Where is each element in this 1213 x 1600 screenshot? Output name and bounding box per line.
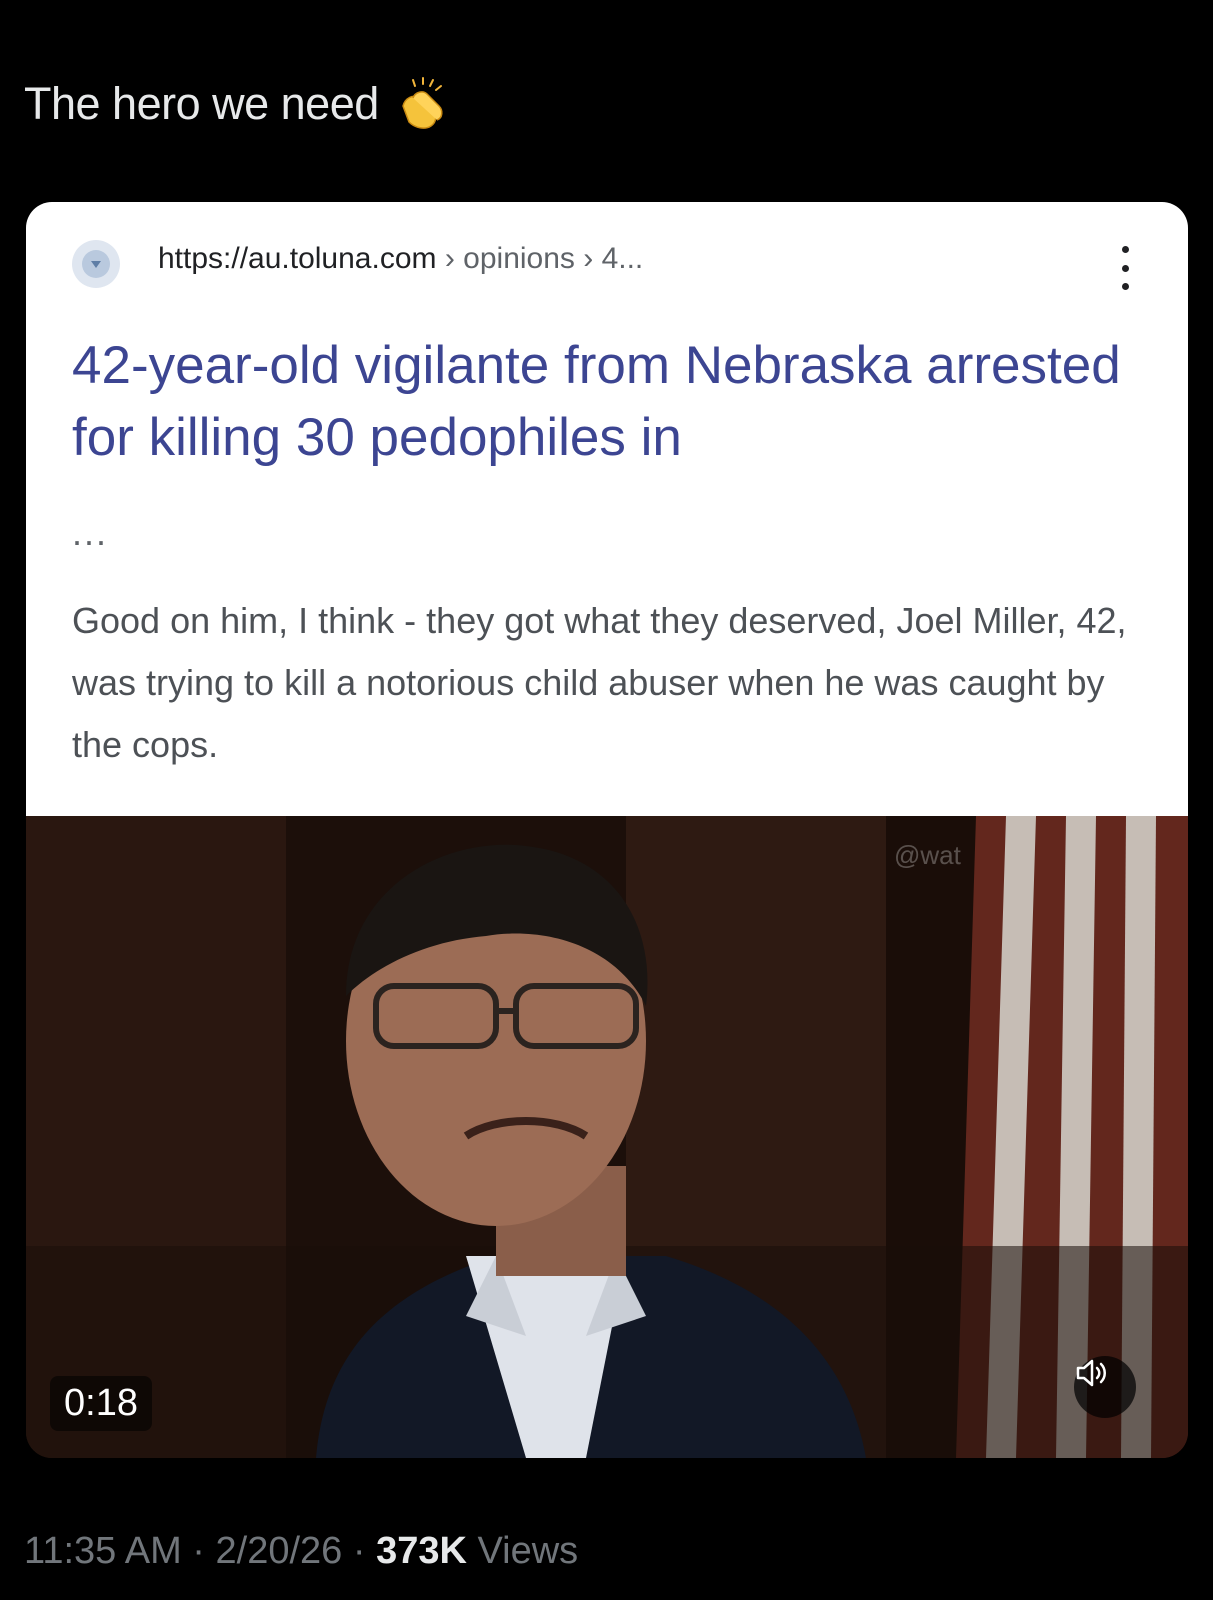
- post-meta: 11:35 AM · 2/20/26 · 373K Views: [24, 1530, 578, 1573]
- media-card[interactable]: https://au.toluna.com › opinions › 4... …: [26, 202, 1188, 1458]
- result-url: https://au.toluna.com › opinions › 4...: [158, 242, 643, 276]
- mute-button[interactable]: [1074, 1356, 1136, 1418]
- post-text-label: The hero we need: [24, 78, 379, 129]
- post-time[interactable]: 11:35 AM: [24, 1530, 182, 1572]
- result-site-url: https://au.toluna.com: [158, 242, 437, 275]
- views-label: Views: [477, 1530, 579, 1572]
- kebab-menu-icon: [1118, 246, 1132, 290]
- post-detail: The hero we need https://au.toluna.com ›…: [0, 0, 1213, 1600]
- video-duration: 0:18: [50, 1376, 152, 1431]
- video-player[interactable]: @wat 0:18: [26, 816, 1188, 1458]
- result-title: 42-year-old vigilante from Nebraska arre…: [72, 336, 1121, 467]
- search-result-screenshot: https://au.toluna.com › opinions › 4... …: [26, 202, 1188, 816]
- result-breadcrumb: › opinions › 4...: [444, 242, 644, 275]
- meta-separator: ·: [192, 1530, 205, 1572]
- post-date[interactable]: 2/20/26: [216, 1530, 343, 1572]
- result-title-ellipsis: ...: [72, 512, 109, 553]
- result-snippet: Good on him, I think - they got what the…: [72, 600, 1127, 765]
- views-count: 373K: [376, 1530, 467, 1572]
- post-text: The hero we need: [24, 76, 449, 132]
- clapping-hands-icon: [393, 76, 449, 132]
- video-frame-image: [26, 816, 1188, 1458]
- site-favicon-icon: [72, 240, 120, 288]
- video-watermark: @wat: [894, 840, 961, 870]
- meta-separator: ·: [352, 1530, 366, 1572]
